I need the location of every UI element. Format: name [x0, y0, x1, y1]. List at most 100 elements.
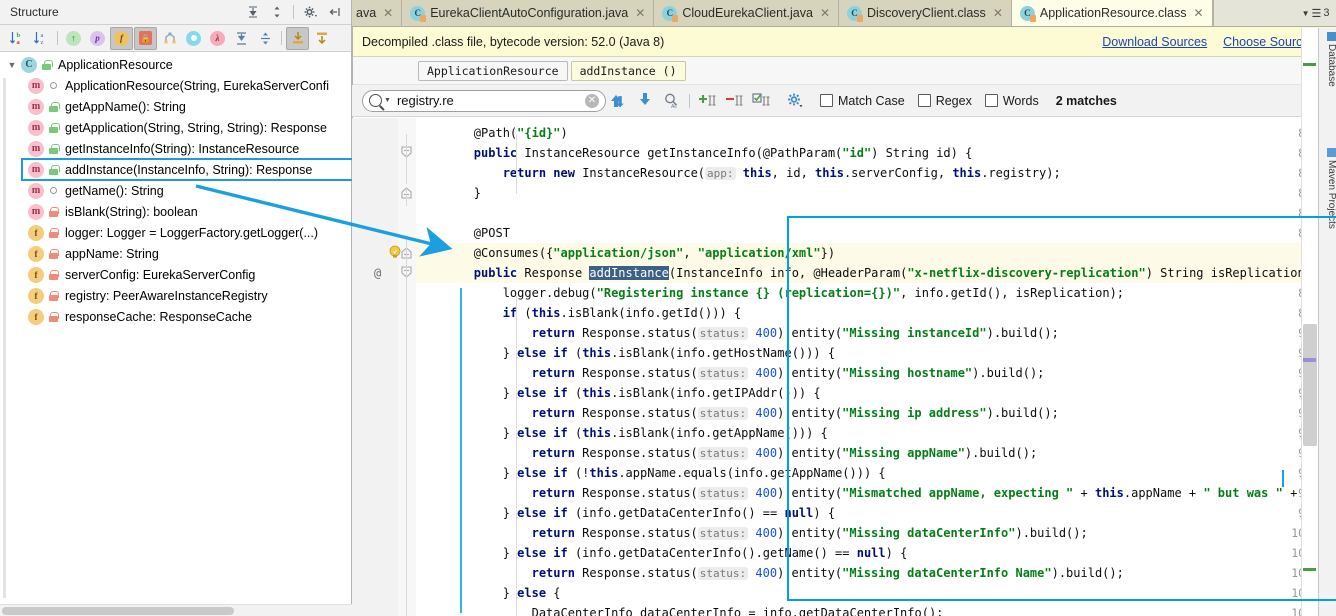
- code-line[interactable]: public Response addInstance(InstanceInfo…: [416, 263, 1326, 283]
- editor-tab-eurekaclientautoconfiguration[interactable]: C EurekaClientAutoConfiguration.java ✕: [402, 0, 655, 26]
- tree-item-registry[interactable]: f registry: PeerAwareInstanceRegistry: [0, 285, 351, 306]
- expand-all-button[interactable]: [230, 27, 253, 50]
- clear-search-icon[interactable]: ✕: [585, 93, 599, 108]
- editor-scrollbar[interactable]: [1301, 28, 1318, 616]
- editor-tab-discoveryclient[interactable]: C DiscoveryClient.class ✕: [839, 0, 1012, 26]
- tree-item-logger[interactable]: f logger: Logger = LoggerFactory.getLogg…: [0, 222, 351, 243]
- code-line[interactable]: return Response.status(status: 400).enti…: [416, 443, 1037, 463]
- tool-window-maven-projects[interactable]: Maven Projects: [1319, 148, 1336, 229]
- hide-panel-icon[interactable]: [323, 2, 345, 23]
- tree-item-serverconfig[interactable]: f serverConfig: EurekaServerConfig: [0, 264, 351, 285]
- show-interfaces-button[interactable]: [182, 27, 205, 50]
- close-icon[interactable]: ✕: [991, 6, 1003, 20]
- breadcrumb-item-class[interactable]: ApplicationResource: [418, 60, 568, 81]
- tree-root-class[interactable]: ▼ C ApplicationResource: [0, 54, 351, 75]
- match-case-checkbox[interactable]: Match Case: [820, 94, 905, 108]
- collapse-all-button[interactable]: [254, 27, 277, 50]
- close-icon[interactable]: ✕: [1191, 6, 1203, 20]
- code-line[interactable]: return new InstanceResource(app: this, i…: [416, 163, 1061, 183]
- structure-tree[interactable]: ▼ C ApplicationResource m ApplicationRes…: [0, 52, 359, 327]
- show-anonymous-classes-button[interactable]: [158, 27, 181, 50]
- remove-cursor-button[interactable]: [723, 90, 747, 112]
- tree-item-getinstanceinfo[interactable]: m getInstanceInfo(String): InstanceResou…: [0, 138, 351, 159]
- sort-alphabetically-button[interactable]: az: [30, 27, 53, 50]
- editor-tab-applicationresource[interactable]: C ApplicationResource.class ✕: [1011, 0, 1213, 26]
- checkbox-box[interactable]: [820, 94, 833, 107]
- code-line[interactable]: return Response.status(status: 400).enti…: [416, 363, 1044, 383]
- sort-by-visibility-button[interactable]: ba: [6, 27, 29, 50]
- breadcrumb-item-method[interactable]: addInstance (): [570, 60, 686, 81]
- close-icon[interactable]: ✕: [633, 6, 645, 20]
- code-line[interactable]: return Response.status(status: 400).enti…: [416, 323, 1059, 343]
- code-line[interactable]: return Response.status(status: 400).enti…: [416, 563, 1124, 583]
- close-icon[interactable]: ✕: [818, 6, 830, 20]
- code-line[interactable]: DataCenterInfo dataCenterInfo = info.get…: [416, 603, 944, 616]
- chevron-down-icon[interactable]: ▼: [384, 97, 391, 104]
- code-line[interactable]: } else if (info.getDataCenterInfo().getN…: [416, 543, 908, 563]
- autoscroll-to-source-button[interactable]: [286, 26, 309, 50]
- show-non-public-button[interactable]: 🔒: [134, 26, 157, 50]
- code-line[interactable]: return Response.status(status: 400).enti…: [416, 403, 1059, 423]
- show-properties-button[interactable]: p: [86, 27, 109, 50]
- structure-tool-window: Structure ba a z ↑ p f 🔒 λ ▼ C Applicati…: [0, 0, 359, 616]
- checkbox-box[interactable]: [917, 94, 931, 107]
- code-line[interactable]: } else if (this.isBlank(info.getHostName…: [416, 343, 835, 363]
- scrollbar-thumb[interactable]: [1303, 324, 1317, 446]
- code-line[interactable]: } else if (this.isBlank(info.getIPAddr()…: [416, 383, 821, 403]
- download-sources-link[interactable]: Download Sources: [1102, 35, 1207, 49]
- tab-overflow-button[interactable]: ▼ ☰ 3: [1212, 0, 1336, 26]
- checkbox-box[interactable]: [984, 94, 998, 107]
- code-line[interactable]: @Path("{id}"): [416, 123, 568, 143]
- rail-marker-green[interactable]: [1303, 568, 1316, 571]
- code-line[interactable]: @POST: [416, 223, 510, 243]
- tree-item-addinstance[interactable]: m addInstance(InstanceInfo, String): Res…: [21, 158, 359, 181]
- structure-horizontal-scrollbar[interactable]: [0, 604, 352, 616]
- rail-marker-green[interactable]: [1303, 63, 1316, 66]
- show-lambdas-button[interactable]: λ: [206, 27, 229, 50]
- override-marker-icon[interactable]: @: [374, 266, 381, 280]
- code-content[interactable]: @Path("{id}") public InstanceResource ge…: [416, 118, 1336, 616]
- code-line[interactable]: logger.debug("Registering instance {} (r…: [416, 283, 1124, 303]
- show-fields-button[interactable]: f: [110, 26, 133, 50]
- code-line[interactable]: }: [416, 183, 481, 203]
- find-settings-gear-icon[interactable]: [783, 90, 807, 112]
- close-icon[interactable]: ✕: [381, 6, 393, 20]
- words-checkbox[interactable]: Words: [984, 94, 1039, 108]
- code-line[interactable]: } else {: [416, 583, 561, 603]
- code-line[interactable]: public InstanceResource getInstanceInfo(…: [416, 143, 973, 163]
- find-previous-button[interactable]: ⬇: [609, 93, 631, 111]
- code-line[interactable]: return Response.status(status: 400).enti…: [416, 483, 1336, 503]
- tree-item-appname[interactable]: f appName: String: [0, 243, 351, 264]
- code-editor[interactable]: 8081828384858687888990919293949596979899…: [352, 118, 1336, 616]
- code-line[interactable]: } else if (info.getDataCenterInfo() == n…: [416, 503, 835, 523]
- show-inherited-button[interactable]: ↑: [62, 27, 85, 50]
- tool-window-database[interactable]: Database: [1319, 32, 1336, 87]
- code-line[interactable]: @Consumes({"application/json", "applicat…: [416, 243, 835, 263]
- chevron-down-icon[interactable]: ▼: [6, 59, 18, 71]
- settings-gear-icon[interactable]: [299, 2, 321, 23]
- rail-marker-occurrence[interactable]: [1303, 358, 1316, 362]
- code-line[interactable]: } else if (this.isBlank(info.getAppName(…: [416, 423, 828, 443]
- expand-all-icon[interactable]: [242, 2, 264, 23]
- scrollbar-thumb[interactable]: [2, 607, 234, 615]
- tree-item-getapplication[interactable]: m getApplication(String, String, String)…: [0, 117, 351, 138]
- tree-item-isblank[interactable]: m isBlank(String): boolean: [0, 201, 351, 222]
- intention-bulb-icon[interactable]: [388, 245, 402, 259]
- tree-item-responsecache[interactable]: f responseCache: ResponseCache: [0, 306, 351, 327]
- editor-tab-truncated[interactable]: ava ✕: [352, 0, 403, 26]
- autoscroll-from-source-button[interactable]: [310, 27, 333, 50]
- code-line[interactable]: if (this.isBlank(info.getId())) {: [416, 303, 741, 323]
- collapse-all-icon[interactable]: [266, 2, 288, 23]
- tree-item-getappname[interactable]: m getAppName(): String: [0, 96, 351, 117]
- add-cursor-button[interactable]: [696, 90, 720, 112]
- tree-item-constructor[interactable]: m ApplicationResource(String, EurekaServ…: [0, 75, 351, 96]
- search-input[interactable]: ▼ registry.re ✕: [362, 89, 606, 112]
- select-all-occurrences-button[interactable]: [750, 90, 774, 112]
- tree-item-getname[interactable]: m getName(): String: [0, 180, 351, 201]
- regex-checkbox[interactable]: Regex: [917, 94, 972, 108]
- find-next-button[interactable]: [634, 91, 656, 111]
- editor-tab-cloudeurekaclient[interactable]: C CloudEurekaClient.java ✕: [654, 0, 840, 26]
- code-line[interactable]: } else if (!this.appName.equals(info.get…: [416, 463, 886, 483]
- find-all-occurrences-icon[interactable]: All: [659, 90, 683, 112]
- search-input-value[interactable]: registry.re: [394, 93, 582, 108]
